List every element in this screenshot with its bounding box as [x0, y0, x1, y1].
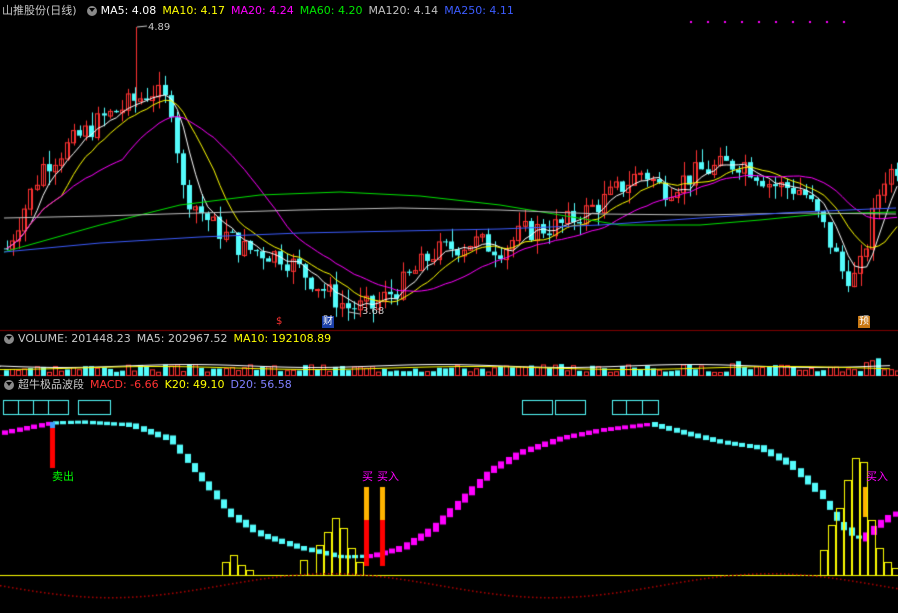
- buy-signal-label-1: 买: [362, 470, 373, 483]
- volume-ma5-value: MA5: 202967.52: [136, 332, 228, 345]
- volume-dropdown-icon[interactable]: [4, 334, 14, 344]
- macd-value: MACD: -6.66: [90, 378, 159, 391]
- finance-marker[interactable]: 财: [322, 316, 334, 328]
- volume-ma10-value: MA10: 192108.89: [233, 332, 332, 345]
- forecast-marker[interactable]: 预: [858, 316, 870, 328]
- high-price-label: 4.89: [148, 22, 171, 33]
- ma60-value: MA60: 4.20: [299, 4, 363, 17]
- buy-signal-label-3: 买入: [866, 470, 888, 483]
- ma10-value: MA10: 4.17: [162, 4, 226, 17]
- k20-value: K20: 49.10: [164, 378, 225, 391]
- d20-value: D20: 56.58: [230, 378, 292, 391]
- indicator-dropdown-icon[interactable]: [86, 6, 97, 16]
- ma20-value: MA20: 4.24: [231, 4, 294, 17]
- stock-name: 山推股份(日线): [2, 4, 77, 17]
- ma120-value: MA120: 4.14: [368, 4, 439, 17]
- volume-value: VOLUME: 201448.23: [18, 332, 131, 345]
- sell-signal-label: 卖出: [52, 470, 74, 483]
- low-price-label: 3.68: [362, 306, 385, 317]
- volume-header: VOLUME: 201448.23 MA5: 202967.52 MA10: 1…: [0, 331, 337, 347]
- buy-signal-label-2: 买入: [377, 470, 399, 483]
- stock-chart-canvas[interactable]: [0, 0, 898, 613]
- main-chart-header: 山推股份(日线) MA5: 4.08 MA10: 4.17 MA20: 4.24…: [0, 3, 520, 19]
- indicator-header: 超牛极品波段 MACD: -6.66 K20: 49.10 D20: 56.58: [0, 377, 298, 393]
- indicator-panel-dropdown-icon[interactable]: [4, 380, 14, 390]
- ma5-value: MA5: 4.08: [100, 4, 157, 17]
- ma250-value: MA250: 4.11: [444, 4, 514, 17]
- indicator-name: 超牛极品波段: [18, 378, 84, 391]
- dollar-marker[interactable]: $: [276, 316, 282, 328]
